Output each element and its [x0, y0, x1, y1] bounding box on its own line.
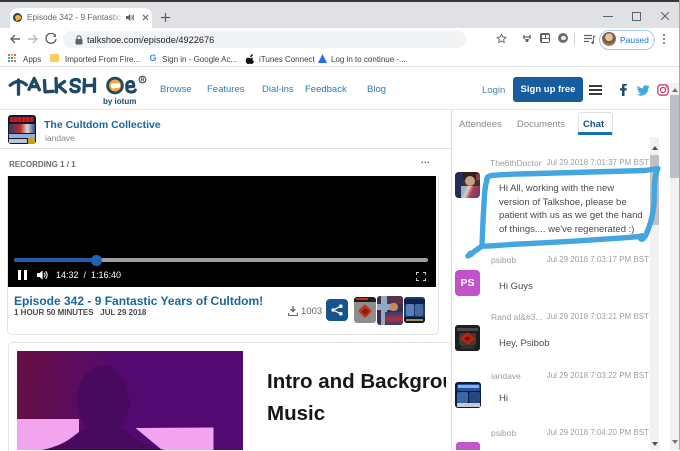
svg-text:R: R [141, 78, 145, 84]
